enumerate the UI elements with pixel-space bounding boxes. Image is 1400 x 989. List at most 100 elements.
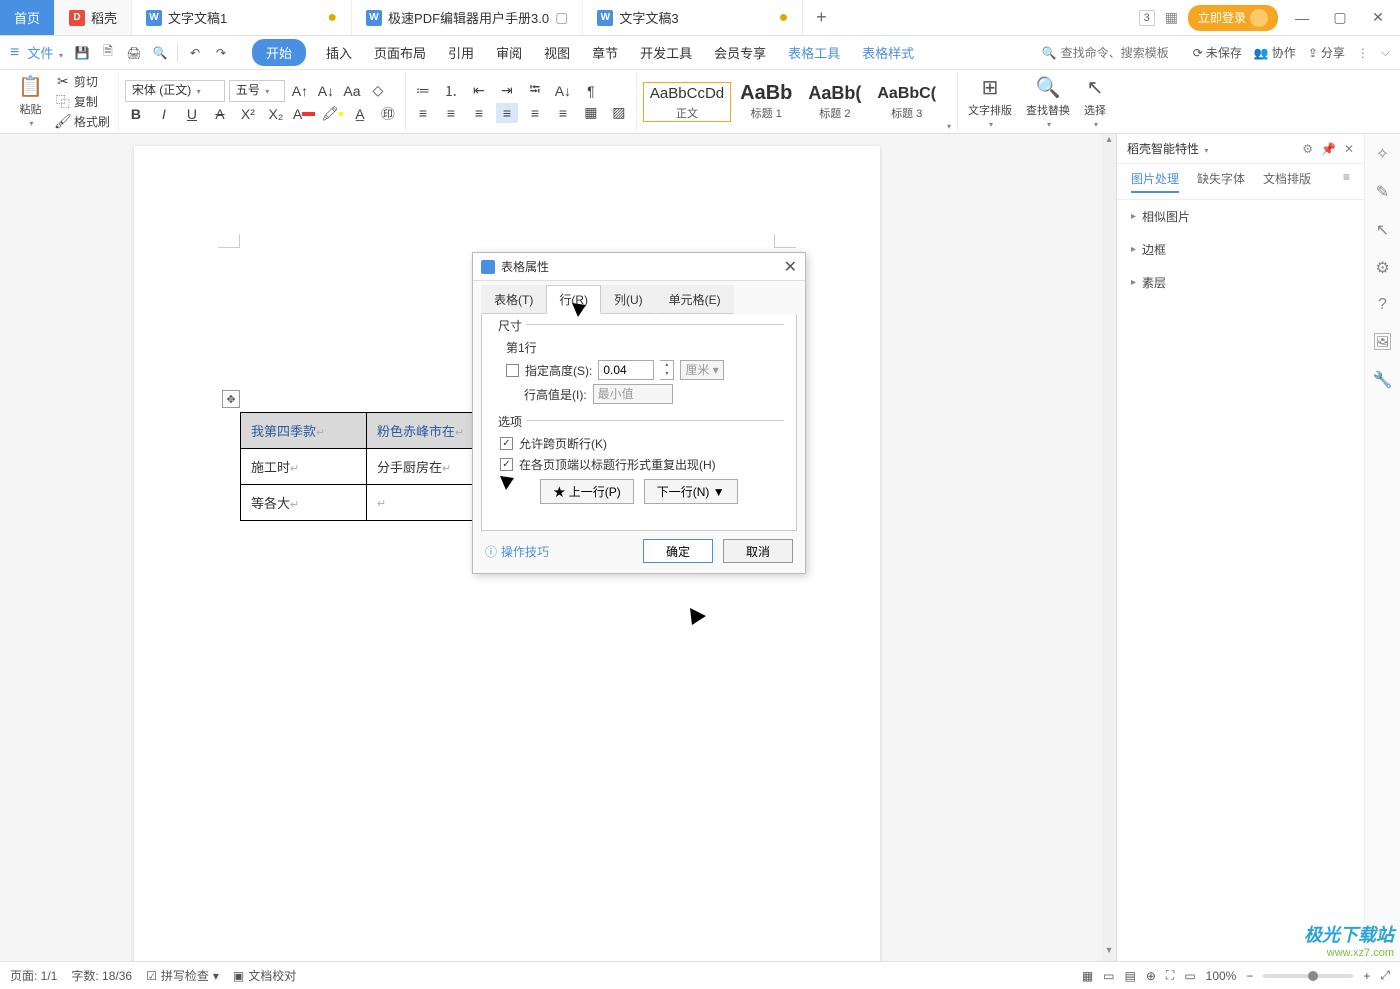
spellcheck-button[interactable]: ☑ 拼写检查 ▾ [146, 967, 219, 984]
word-count[interactable]: 字数: 18/36 [71, 967, 132, 984]
style-normal[interactable]: AaBbCcDd正文 [643, 82, 731, 122]
indent-dec-icon[interactable]: ⇤ [468, 81, 490, 101]
table-move-handle[interactable]: ✥ [222, 390, 240, 408]
indent-inc-icon[interactable]: ⇥ [496, 81, 518, 101]
rp-item-similar[interactable]: 相似图片 [1117, 200, 1364, 233]
table-cell[interactable]: 等各大↵ [241, 485, 367, 521]
command-search-input[interactable] [1061, 46, 1181, 60]
ribbon-tab-view[interactable]: 视图 [542, 39, 572, 66]
saveas-icon[interactable]: 🗎 [97, 42, 119, 64]
rp-item-border[interactable]: 边框 [1117, 233, 1364, 266]
cursor-icon[interactable]: ↖ [1376, 220, 1389, 240]
ribbon-tab-member[interactable]: 会员专享 [712, 39, 768, 66]
view-mode-icon[interactable]: ▦ [1082, 969, 1093, 983]
text-layout-button[interactable]: ⊞文字排版▾ [964, 73, 1016, 131]
tab-doc3[interactable]: W 文字文稿3 ● [583, 0, 803, 35]
shrink-font-icon[interactable]: A↓ [315, 81, 337, 101]
border-icon[interactable]: ▦ [580, 103, 602, 123]
clear-format-icon[interactable]: ◇ [367, 81, 389, 101]
line-spacing-icon[interactable]: ≡ [552, 103, 574, 123]
tab-home[interactable]: 首页 [0, 0, 55, 35]
ribbon-tab-start[interactable]: 开始 [252, 39, 306, 66]
rowheight-select[interactable]: 最小值 [593, 384, 673, 404]
styles-more-icon[interactable]: ▾ [947, 122, 951, 131]
close-icon[interactable]: ✕ [1344, 142, 1354, 156]
change-case-icon[interactable]: Aa [341, 81, 363, 101]
file-menu[interactable]: 文件 ▾ [23, 43, 67, 62]
dialog-close-button[interactable]: ✕ [784, 257, 797, 277]
share-link[interactable]: ⇪ 分享 [1308, 44, 1345, 61]
height-unit-select[interactable]: 厘米 ▾ [680, 360, 723, 380]
zoom-slider[interactable] [1263, 974, 1353, 978]
zoom-label[interactable]: 100% [1206, 969, 1237, 983]
paste-button[interactable]: 📋粘贴▾ [14, 72, 47, 131]
ribbon-tab-dev[interactable]: 开发工具 [638, 39, 694, 66]
sort-icon[interactable]: A↓ [552, 81, 574, 101]
pen-icon[interactable]: ✎ [1376, 182, 1389, 202]
table-cell[interactable]: 我第四季款↵ [241, 413, 367, 449]
ribbon-tab-review[interactable]: 审阅 [494, 39, 524, 66]
fmtpaint-button[interactable]: 🖌格式刷 [53, 112, 112, 131]
ribbon-tab-insert[interactable]: 插入 [324, 39, 354, 66]
circle-char-button[interactable]: ㊞ [377, 104, 399, 124]
dialog-titlebar[interactable]: 表格属性 ✕ [473, 253, 805, 281]
next-row-button[interactable]: 下一行(N) ▼ [644, 479, 738, 504]
tab-daocao[interactable]: D稻壳 [55, 0, 132, 35]
close-icon[interactable]: ▢ [555, 9, 568, 26]
calendar-badge[interactable]: 3 [1139, 10, 1155, 26]
height-checkbox[interactable] [506, 364, 519, 377]
view-web-icon[interactable]: ⊕ [1146, 969, 1156, 983]
rp-tab-image[interactable]: 图片处理 [1131, 170, 1179, 193]
view-read-icon[interactable]: ▭ [1103, 969, 1114, 983]
apps-icon[interactable]: ▦ [1165, 9, 1178, 26]
style-h1[interactable]: AaBb标题 1 [733, 82, 799, 122]
login-button[interactable]: 立即登录 [1188, 5, 1278, 31]
subscript-button[interactable]: X₂ [265, 104, 287, 124]
bullet-list-icon[interactable]: ≔ [412, 81, 434, 101]
align-dist-icon[interactable]: ≡ [524, 103, 546, 123]
ribbon-tab-tablestyle[interactable]: 表格样式 [860, 39, 916, 66]
font-color-button[interactable]: A [293, 104, 315, 124]
table-cell[interactable]: 施工时↵ [241, 449, 367, 485]
redo-icon[interactable]: ↷ [210, 42, 232, 64]
font-size-select[interactable]: 五号 ▾ [229, 80, 285, 102]
shading-button[interactable]: A̲ [349, 104, 371, 124]
pin-icon[interactable]: 📌 [1321, 142, 1336, 156]
preview-icon[interactable]: 🔍 [149, 42, 171, 64]
menu-icon[interactable]: ≡ [10, 44, 19, 62]
minimize-button[interactable]: — [1288, 10, 1316, 26]
tab-icon[interactable]: ⭾ [524, 81, 546, 101]
unsaved-link[interactable]: ⟳ 未保存 [1193, 44, 1242, 61]
zoom-minus[interactable]: − [1246, 969, 1253, 983]
style-h3[interactable]: AaBbC(标题 3 [870, 82, 943, 122]
sparkle-icon[interactable]: ✧ [1376, 144, 1389, 164]
new-tab-button[interactable]: + [803, 0, 839, 35]
dlg-tab-table[interactable]: 表格(T) [481, 285, 546, 314]
document-table[interactable]: 我第四季款↵ 粉色赤峰市在↵ 施工时↵ 分手厨房在↵ 等各大↵ ↵ [240, 412, 493, 521]
tips-link[interactable]: ⓘ 操作技巧 [485, 543, 549, 560]
allow-break-checkbox[interactable] [500, 437, 513, 450]
page-indicator[interactable]: 页面: 1/1 [10, 967, 57, 984]
copy-button[interactable]: ⿻复制 [53, 92, 112, 111]
cut-button[interactable]: ✂剪切 [53, 72, 112, 91]
dlg-tab-cell[interactable]: 单元格(E) [656, 285, 734, 314]
maximize-button[interactable]: ▢ [1326, 9, 1354, 26]
showmarks-icon[interactable]: ¶ [580, 81, 602, 101]
ok-button[interactable]: 确定 [643, 539, 713, 563]
shading2-icon[interactable]: ▨ [608, 103, 630, 123]
close-button[interactable]: ✕ [1364, 9, 1392, 26]
align-left-icon[interactable]: ≡ [412, 103, 434, 123]
image-icon[interactable]: 🖼 [1372, 332, 1392, 352]
more-icon[interactable]: ⋮ [1357, 46, 1369, 60]
underline-button[interactable]: U [181, 104, 203, 124]
rp-tab-layout[interactable]: 文档排版 [1263, 170, 1311, 193]
tool-icon[interactable]: 🔧 [1373, 370, 1393, 390]
ribbon-tab-chapter[interactable]: 章节 [590, 39, 620, 66]
style-h2[interactable]: AaBb(标题 2 [801, 82, 868, 122]
height-input[interactable] [598, 360, 654, 380]
align-right-icon[interactable]: ≡ [468, 103, 490, 123]
gear-icon[interactable]: ⚙ [1302, 142, 1313, 156]
vertical-scrollbar[interactable]: ▴▾ [1102, 134, 1116, 961]
align-justify-icon[interactable]: ≡ [496, 103, 518, 123]
undo-icon[interactable]: ↶ [184, 42, 206, 64]
